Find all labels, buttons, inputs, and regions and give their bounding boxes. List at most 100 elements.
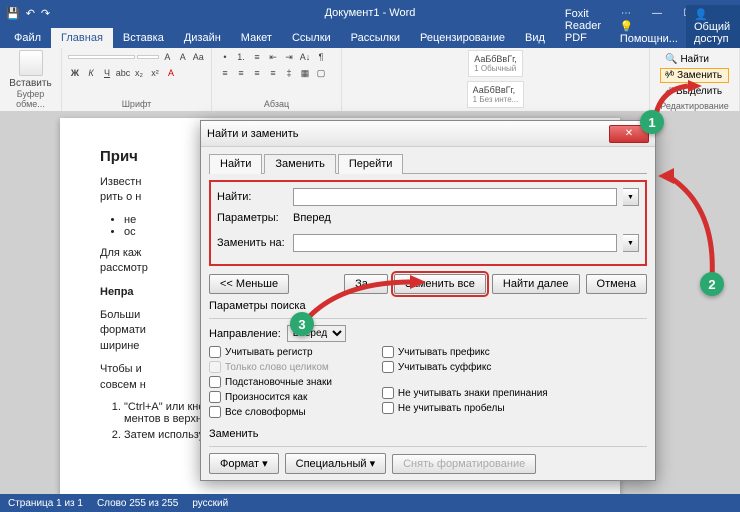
params-value: Вперед bbox=[293, 212, 331, 224]
chk-case[interactable] bbox=[209, 346, 221, 358]
search-icon: 🔍 bbox=[665, 54, 677, 65]
paragraph-group-label: Абзац bbox=[218, 99, 335, 109]
callout-2: 2 bbox=[700, 272, 724, 296]
replace-once-button[interactable]: За... bbox=[344, 274, 388, 294]
status-page[interactable]: Страница 1 из 1 bbox=[8, 498, 83, 509]
cursor-icon: ⮰ bbox=[665, 86, 673, 97]
tab-layout[interactable]: Макет bbox=[231, 28, 282, 48]
font-family-select[interactable] bbox=[68, 55, 135, 59]
replace-icon: ᵃ⁄ᵇ bbox=[665, 70, 674, 81]
chk-punct[interactable] bbox=[382, 387, 394, 399]
params-label: Параметры: bbox=[217, 212, 287, 224]
find-input[interactable] bbox=[293, 188, 617, 206]
sort-icon[interactable]: A↓ bbox=[298, 50, 312, 64]
align-left-icon[interactable]: ≡ bbox=[218, 66, 232, 80]
window-title: Документ1 - Word bbox=[325, 7, 416, 19]
chk-prefix[interactable] bbox=[382, 346, 394, 358]
share-button[interactable]: 👤 Общий доступ bbox=[686, 5, 740, 48]
chk-suffix[interactable] bbox=[382, 361, 394, 373]
ribbon-tabs: Файл Главная Вставка Дизайн Макет Ссылки… bbox=[0, 26, 740, 48]
align-right-icon[interactable]: ≡ bbox=[250, 66, 264, 80]
help-button[interactable]: 💡 Помощни... bbox=[612, 17, 686, 48]
dialog-titlebar[interactable]: Найти и заменить ✕ bbox=[201, 121, 655, 147]
status-words[interactable]: Слово 255 из 255 bbox=[97, 498, 178, 509]
tab-file[interactable]: Файл bbox=[4, 28, 51, 48]
status-bar: Страница 1 из 1 Слово 255 из 255 русский bbox=[0, 494, 740, 512]
search-params-label: Параметры поиска bbox=[209, 300, 647, 312]
replace-input[interactable] bbox=[293, 234, 617, 252]
style-nospacing[interactable]: АаБбВвГг,1 Без инте... bbox=[467, 81, 525, 108]
bullets-icon[interactable]: • bbox=[218, 50, 232, 64]
cancel-button[interactable]: Отмена bbox=[586, 274, 647, 294]
font-color-icon[interactable]: A bbox=[164, 66, 178, 80]
tab-design[interactable]: Дизайн bbox=[174, 28, 231, 48]
align-center-icon[interactable]: ≡ bbox=[234, 66, 248, 80]
callout-1: 1 bbox=[640, 110, 664, 134]
chk-whole bbox=[209, 361, 221, 373]
line-spacing-icon[interactable]: ‡ bbox=[282, 66, 296, 80]
editing-group-label: Редактирование bbox=[656, 101, 733, 111]
tab-review[interactable]: Рецензирование bbox=[410, 28, 515, 48]
strikethrough-icon[interactable]: abc bbox=[116, 66, 130, 80]
underline-button[interactable]: Ч bbox=[100, 66, 114, 80]
find-label: Найти: bbox=[217, 191, 287, 203]
show-marks-icon[interactable]: ¶ bbox=[314, 50, 328, 64]
ribbon: Вставить Буфер обме... A A Aa Ж К Ч abc … bbox=[0, 48, 740, 112]
format-button[interactable]: Формат ▾ bbox=[209, 453, 279, 474]
callout-3: 3 bbox=[290, 312, 314, 336]
status-lang[interactable]: русский bbox=[192, 498, 228, 509]
tab-mailings[interactable]: Рассылки bbox=[341, 28, 410, 48]
change-case-icon[interactable]: Aa bbox=[192, 50, 205, 64]
noformat-button: Снять форматирование bbox=[392, 454, 536, 474]
tab-view[interactable]: Вид bbox=[515, 28, 555, 48]
replace-button[interactable]: ᵃ⁄ᵇЗаменить bbox=[660, 68, 729, 83]
undo-icon[interactable]: ↶ bbox=[26, 7, 35, 20]
bold-button[interactable]: Ж bbox=[68, 66, 82, 80]
dialog-title: Найти и заменить bbox=[207, 128, 298, 140]
chk-forms[interactable] bbox=[209, 406, 221, 418]
less-button[interactable]: << Меньше bbox=[209, 274, 289, 294]
find-replace-dialog: Найти и заменить ✕ Найти Заменить Перейт… bbox=[200, 120, 656, 481]
tab-insert[interactable]: Вставка bbox=[113, 28, 174, 48]
decrease-indent-icon[interactable]: ⇤ bbox=[266, 50, 280, 64]
dialog-tab-replace[interactable]: Заменить bbox=[264, 154, 335, 174]
replace-dropdown-icon[interactable]: ▼ bbox=[623, 234, 639, 252]
highlighted-inputs: Найти: ▼ Параметры: Вперед Заменить на: … bbox=[209, 180, 647, 266]
subscript-icon[interactable]: x₂ bbox=[132, 66, 146, 80]
grow-font-icon[interactable]: A bbox=[161, 50, 174, 64]
dialog-tabs: Найти Заменить Перейти bbox=[209, 153, 647, 174]
justify-icon[interactable]: ≡ bbox=[266, 66, 280, 80]
replace-all-button[interactable]: Заменить все bbox=[394, 274, 486, 294]
select-button[interactable]: ⮰Выделить bbox=[660, 84, 729, 99]
special-button[interactable]: Специальный ▾ bbox=[285, 453, 386, 474]
save-icon[interactable]: 💾 bbox=[6, 7, 20, 20]
tab-references[interactable]: Ссылки bbox=[282, 28, 341, 48]
chk-sounds[interactable] bbox=[209, 391, 221, 403]
chk-space[interactable] bbox=[382, 402, 394, 414]
borders-icon[interactable]: ▢ bbox=[314, 66, 328, 80]
find-button[interactable]: 🔍Найти bbox=[660, 52, 729, 67]
paste-icon[interactable] bbox=[19, 50, 43, 76]
replace-label: Заменить на: bbox=[217, 237, 287, 249]
font-size-select[interactable] bbox=[137, 55, 158, 59]
dialog-tab-goto[interactable]: Перейти bbox=[338, 154, 404, 174]
find-next-button[interactable]: Найти далее bbox=[492, 274, 580, 294]
redo-icon[interactable]: ↷ bbox=[41, 7, 50, 20]
paste-button[interactable]: Вставить bbox=[9, 78, 51, 89]
shading-icon[interactable]: ▦ bbox=[298, 66, 312, 80]
italic-button[interactable]: К bbox=[84, 66, 98, 80]
tab-foxit[interactable]: Foxit Reader PDF bbox=[555, 4, 612, 48]
clipboard-group-label: Буфер обме... bbox=[6, 89, 55, 109]
dialog-tab-find[interactable]: Найти bbox=[209, 154, 262, 174]
superscript-icon[interactable]: x² bbox=[148, 66, 162, 80]
numbering-icon[interactable]: 1. bbox=[234, 50, 248, 64]
multilevel-icon[interactable]: ≡ bbox=[250, 50, 264, 64]
replace-section-label: Заменить bbox=[209, 428, 647, 440]
increase-indent-icon[interactable]: ⇥ bbox=[282, 50, 296, 64]
chk-wildcards[interactable] bbox=[209, 376, 221, 388]
find-dropdown-icon[interactable]: ▼ bbox=[623, 188, 639, 206]
tab-home[interactable]: Главная bbox=[51, 28, 113, 48]
style-normal[interactable]: АаБбВвГг,1 Обычный bbox=[468, 50, 523, 77]
shrink-font-icon[interactable]: A bbox=[176, 50, 189, 64]
direction-label: Направление: bbox=[209, 328, 281, 340]
